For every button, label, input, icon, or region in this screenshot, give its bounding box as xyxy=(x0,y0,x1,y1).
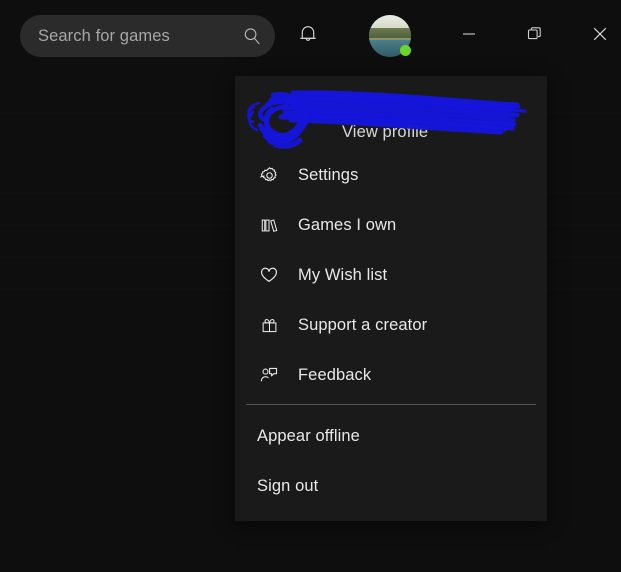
search-icon[interactable] xyxy=(241,25,263,47)
avatar-button[interactable] xyxy=(369,15,411,57)
close-button[interactable] xyxy=(580,16,620,56)
status-badge xyxy=(400,45,411,56)
menu-item-label: Sign out xyxy=(257,476,319,495)
account-menu: View profile Settings Games I own My Wis… xyxy=(235,76,547,521)
menu-item-sign-out[interactable]: Sign out xyxy=(235,461,547,511)
notifications-button[interactable] xyxy=(288,16,328,56)
menu-item-label: Games I own xyxy=(298,215,397,234)
bell-icon xyxy=(298,23,318,50)
gear-icon xyxy=(256,162,282,188)
menu-item-label: Support a creator xyxy=(298,315,428,334)
menu-item-my-wish-list[interactable]: My Wish list xyxy=(235,250,547,300)
minimize-button[interactable] xyxy=(449,16,489,56)
menu-item-label: View profile xyxy=(342,123,429,141)
menu-divider xyxy=(246,404,536,405)
menu-item-settings[interactable]: Settings xyxy=(235,150,547,200)
search-placeholder: Search for games xyxy=(38,26,170,45)
minimize-icon xyxy=(461,26,477,47)
library-icon xyxy=(256,212,282,238)
restore-icon xyxy=(526,25,543,47)
menu-item-support-a-creator[interactable]: Support a creator xyxy=(235,300,547,350)
close-icon xyxy=(591,25,609,48)
menu-item-feedback[interactable]: Feedback xyxy=(235,350,547,400)
menu-item-label: Feedback xyxy=(298,365,372,384)
menu-item-label: Settings xyxy=(298,165,359,184)
menu-item-label: Appear offline xyxy=(257,426,360,445)
title-bar: Search for games xyxy=(0,0,621,72)
restore-button[interactable] xyxy=(514,16,554,56)
gift-icon xyxy=(256,312,282,338)
heart-icon xyxy=(256,262,282,288)
search-input[interactable]: Search for games xyxy=(20,15,275,57)
feedback-person-icon xyxy=(256,362,282,388)
menu-item-view-profile[interactable]: View profile xyxy=(235,76,547,150)
menu-item-appear-offline[interactable]: Appear offline xyxy=(235,411,547,461)
menu-item-label: My Wish list xyxy=(298,265,388,284)
menu-item-games-i-own[interactable]: Games I own xyxy=(235,200,547,250)
